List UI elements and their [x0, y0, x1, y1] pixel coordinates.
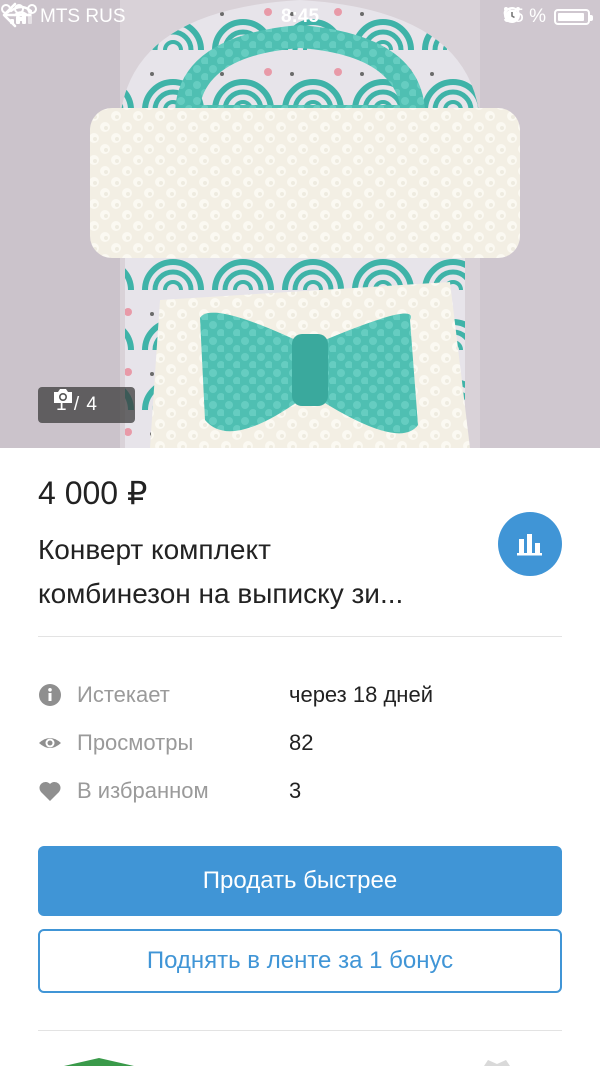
favorites-label: В избранном	[77, 778, 209, 803]
listing-title: Конверт комплект комбинезон на выписку з…	[38, 528, 488, 616]
status-bar: MTS RUS 8:45 95 %	[0, 0, 600, 34]
info-icon	[39, 684, 61, 706]
eye-icon	[39, 738, 61, 748]
favorites-value: 3	[289, 778, 302, 803]
listing-title-line2: комбинезон на выписку зи...	[38, 578, 404, 609]
divider	[38, 636, 562, 637]
heart-icon	[39, 781, 61, 801]
bar-chart-icon	[517, 534, 542, 556]
views-label: Просмотры	[77, 730, 194, 755]
alarm-icon	[503, 7, 520, 23]
listing-title-line1: Конверт комплект	[38, 534, 271, 565]
photo-illustration	[0, 0, 600, 448]
camera-icon	[54, 389, 72, 403]
expires-value: через 18 дней	[289, 682, 433, 707]
info-row-favorites: В избранном 3	[38, 776, 562, 806]
battery-icon	[554, 9, 593, 25]
info-row-views: Просмотры 82	[38, 728, 562, 758]
info-row-expires: Истекает через 18 дней	[38, 680, 562, 710]
bump-listing-button[interactable]: Поднять в ленте за 1 бонус	[38, 929, 562, 993]
expires-label: Истекает	[77, 682, 170, 707]
listing-photo[interactable]: MTS RUS 8:45 95 % 1 / 4	[0, 0, 600, 448]
status-right: 95 %	[503, 6, 593, 28]
statistics-button[interactable]	[498, 512, 562, 576]
partial-gift-icon	[484, 1060, 510, 1066]
views-value: 82	[289, 730, 314, 755]
sell-faster-button[interactable]: Продать быстрее	[38, 846, 562, 916]
divider	[38, 1030, 562, 1031]
partial-badge-icon	[64, 1058, 134, 1066]
photo-counter: 1 / 4	[38, 387, 135, 423]
more-options-icon[interactable]	[0, 0, 38, 18]
listing-price: 4 000 ₽	[38, 475, 148, 511]
